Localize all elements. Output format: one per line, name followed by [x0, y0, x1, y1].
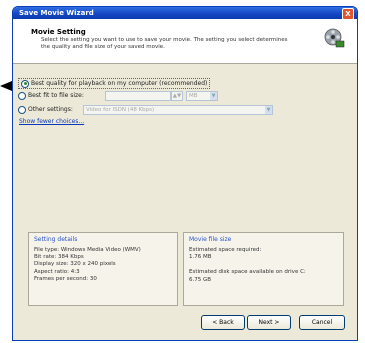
disk-space-value: 6.75 GB [189, 276, 212, 283]
radio-other-settings[interactable] [18, 105, 26, 114]
setting-details-panel: Setting details File type: Windows Media… [28, 232, 178, 306]
other-settings-value: Video for ISDN (48 Kbps) [86, 107, 155, 113]
estimated-space-value: 1.76 MB [189, 254, 212, 261]
setting-detail-line: Aspect ratio: 4:3 [34, 268, 80, 275]
other-settings-select[interactable]: Video for ISDN (48 Kbps) ▼ [83, 105, 273, 115]
title-bar: Save Movie Wizard X [13, 7, 357, 20]
option-best-quality-label: Best quality for playback on my computer… [31, 80, 208, 87]
disk-space-label: Estimated disk space available on drive … [189, 269, 306, 276]
film-reel-icon [324, 28, 345, 48]
save-movie-wizard-window: Save Movie Wizard X Movie Setting Select… [12, 6, 358, 341]
show-fewer-choices-link[interactable]: Show fewer choices... [19, 118, 84, 125]
estimated-space-label: Estimated space required: [189, 247, 262, 253]
setting-details-title: Setting details [34, 236, 78, 243]
setting-detail-line: Display size: 320 x 240 pixels [34, 261, 116, 268]
option-fit-to-size[interactable]: Best fit to file size: [18, 91, 84, 100]
back-button[interactable]: < Back [201, 315, 245, 330]
wizard-header: Movie Setting Select the setting you wan… [13, 19, 357, 64]
fit-unit-select[interactable]: MB ▼ [186, 91, 218, 101]
setting-detail-line: Frames per second: 30 [34, 275, 97, 282]
window-title: Save Movie Wizard [19, 9, 94, 17]
chevron-down-icon: ▼ [210, 92, 217, 100]
page-description: Select the setting you want to use to sa… [41, 37, 288, 50]
page-title: Movie Setting [31, 28, 86, 36]
radio-best-quality[interactable] [21, 79, 29, 88]
fit-size-stepper[interactable]: ▲▼ [171, 91, 183, 101]
movie-file-size-panel: Movie file size Estimated space required… [183, 232, 344, 306]
movie-file-size-title: Movie file size [189, 236, 232, 243]
setting-detail-line: File type: Windows Media Video (WMV) [34, 247, 141, 253]
chevron-down-icon: ▼ [265, 106, 272, 114]
next-button[interactable]: Next > [247, 315, 291, 330]
radio-fit-to-size[interactable] [18, 91, 26, 100]
option-other-settings-label: Other settings: [28, 106, 73, 113]
option-best-quality[interactable]: Best quality for playback on my computer… [18, 78, 211, 89]
fit-unit-value: MB [189, 93, 198, 99]
cancel-button[interactable]: Cancel [299, 315, 345, 330]
option-fit-to-size-label: Best fit to file size: [28, 92, 84, 99]
setting-detail-line: Bit rate: 384 Kbps [34, 254, 84, 261]
fit-size-input[interactable] [105, 91, 171, 101]
option-other-settings[interactable]: Other settings: [18, 105, 73, 114]
